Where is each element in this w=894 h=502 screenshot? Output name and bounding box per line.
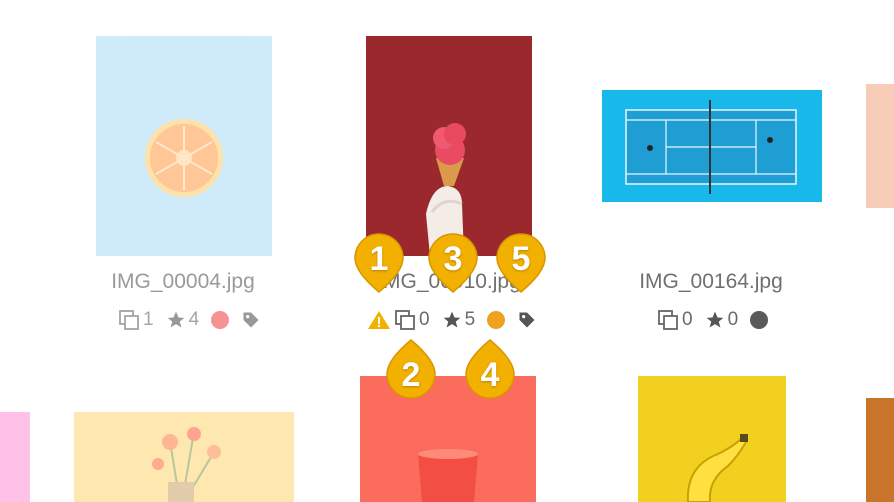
color-label-dot[interactable] xyxy=(487,311,506,329)
tag-icon[interactable] xyxy=(517,310,537,330)
callout-5: 5 xyxy=(493,230,549,294)
orange-image xyxy=(145,119,223,197)
thumbnail-orange[interactable] xyxy=(96,36,272,256)
callout-2: 2 xyxy=(383,338,439,402)
thumbnail-icecream[interactable] xyxy=(366,36,532,256)
rating-value: 4 xyxy=(188,309,200,330)
tennis-court-image xyxy=(625,100,797,194)
star-icon[interactable] xyxy=(442,310,462,330)
thumbnail-partial-right-2[interactable] xyxy=(866,398,894,502)
warning-icon[interactable] xyxy=(367,309,391,331)
rating-value: 5 xyxy=(464,309,476,330)
thumbnail-flowers[interactable] xyxy=(74,412,294,502)
icecream-image xyxy=(366,36,532,256)
thumbnail-tennis-court[interactable] xyxy=(602,90,822,202)
banana-image xyxy=(686,434,748,502)
star-icon[interactable] xyxy=(166,310,186,330)
star-icon[interactable] xyxy=(705,310,725,330)
versions-icon[interactable] xyxy=(394,309,416,331)
callout-1: 1 xyxy=(351,230,407,294)
filename-label: IMG_00164.jpg xyxy=(639,270,783,293)
color-label-dot[interactable] xyxy=(750,311,769,329)
versions-icon[interactable] xyxy=(657,309,679,331)
versions-icon[interactable] xyxy=(118,309,140,331)
versions-count: 0 xyxy=(419,309,430,330)
rating-value: 0 xyxy=(727,309,739,330)
photo-meta-row: 1 4 xyxy=(118,308,261,332)
thumbnail-partial-right[interactable] xyxy=(866,84,894,208)
callout-4: 4 xyxy=(462,338,518,402)
callout-3: 3 xyxy=(425,230,481,294)
thumbnail-partial-left[interactable] xyxy=(0,412,30,502)
thumbnail-banana[interactable] xyxy=(638,376,786,502)
flowers-image xyxy=(152,427,221,502)
versions-count: 1 xyxy=(143,309,154,330)
tag-icon[interactable] xyxy=(241,310,261,330)
filename-label: IMG_00004.jpg xyxy=(111,270,255,293)
color-label-dot[interactable] xyxy=(211,311,230,329)
photo-meta-row: 0 5 xyxy=(367,308,537,332)
photo-meta-row: 0 0 xyxy=(657,308,769,332)
versions-count: 0 xyxy=(682,309,693,330)
